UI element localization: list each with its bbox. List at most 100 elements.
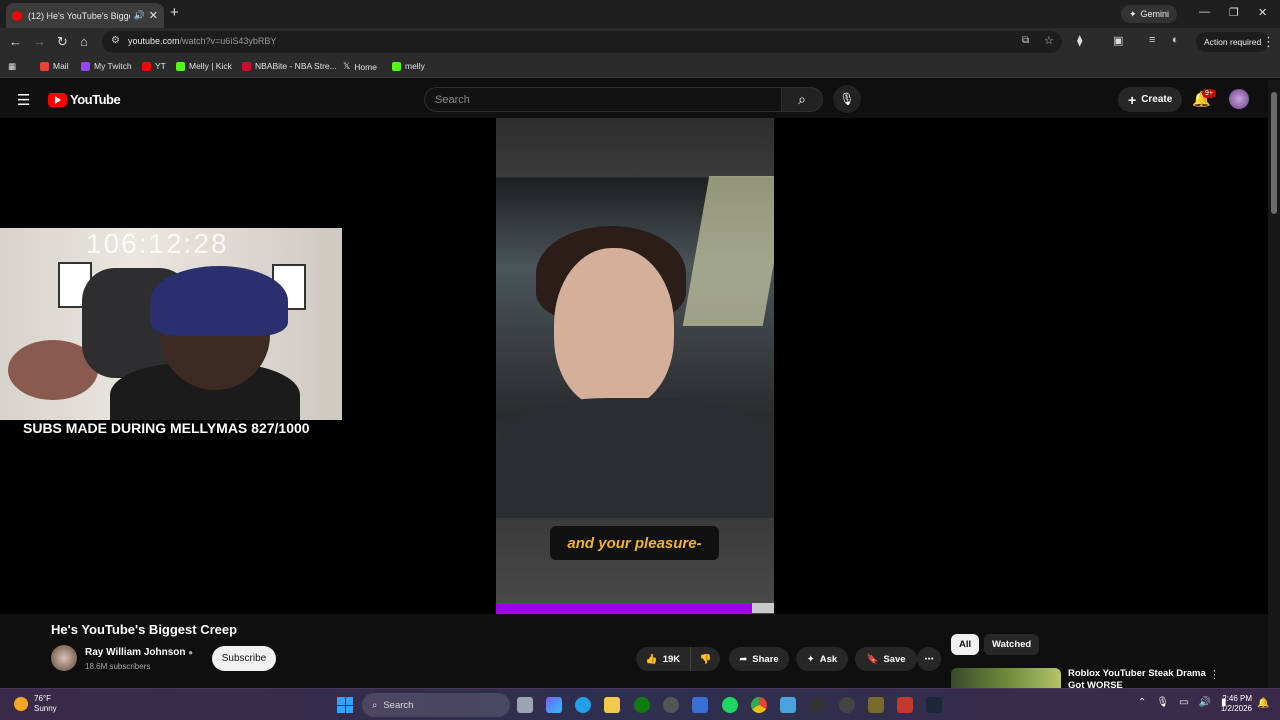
address-bar[interactable]: ⚙ youtube.com/watch?v=u6iS43ybRBY ⧉ ☆ xyxy=(102,31,1062,53)
obs-icon[interactable] xyxy=(839,697,855,713)
action-required-button[interactable]: Action required xyxy=(1196,32,1270,52)
bookmark-mail[interactable]: Mail xyxy=(40,61,69,71)
file-explorer-icon[interactable] xyxy=(604,697,620,713)
filter-chip-all[interactable]: All xyxy=(951,634,980,655)
profile-sync-icon[interactable]: ◐ xyxy=(1172,34,1179,46)
xbox-icon[interactable] xyxy=(634,697,650,713)
close-window-icon[interactable]: ✕ xyxy=(1258,6,1267,19)
search-input[interactable]: Search xyxy=(424,87,782,112)
recommendation-thumbnail[interactable] xyxy=(951,668,1061,690)
thumbs-down-icon: 👎 xyxy=(699,653,712,665)
media-player-icon[interactable] xyxy=(809,697,825,713)
bookmark-home[interactable]: 𝕏 Home xyxy=(343,61,377,72)
app-icon[interactable] xyxy=(897,697,913,713)
hamburger-menu-icon[interactable]: ☰ xyxy=(17,91,30,109)
reload-icon[interactable]: ↻ xyxy=(57,34,68,50)
bookmark-star-icon[interactable]: ☆ xyxy=(1044,34,1054,47)
microphone-icon[interactable]: 🎙 xyxy=(1156,697,1169,708)
site-info-icon[interactable]: ⚙ xyxy=(111,35,120,46)
minimize-icon[interactable]: — xyxy=(1199,6,1210,18)
steam-icon[interactable] xyxy=(926,697,942,713)
sparkle-icon: ✦ xyxy=(806,653,815,665)
weather-widget[interactable]: 76°F Sunny xyxy=(14,694,57,714)
bookmark-yt[interactable]: YT xyxy=(142,61,166,71)
chevron-up-icon[interactable]: ⌃ xyxy=(1138,697,1146,708)
search-icon: ⌕ xyxy=(798,91,806,107)
store-icon[interactable] xyxy=(692,697,708,713)
spotify-icon[interactable] xyxy=(722,697,738,713)
channel-name[interactable]: Ray William Johnson ● xyxy=(85,647,193,658)
save-button[interactable]: 🔖 Save xyxy=(855,647,917,671)
bookmark-melly-kick[interactable]: Melly | Kick xyxy=(176,61,232,71)
app-icon[interactable] xyxy=(868,697,884,713)
new-tab-button[interactable]: + xyxy=(170,4,179,21)
apps-grid-icon[interactable]: ▦ xyxy=(8,61,16,72)
video-caption: and your pleasure- xyxy=(550,526,719,560)
screenshot-icon[interactable]: ▣ xyxy=(1113,34,1123,47)
notification-icon[interactable]: 🔔 xyxy=(1257,698,1269,709)
close-tab-icon[interactable]: ✕ xyxy=(149,9,158,22)
microphone-icon: 🎙 xyxy=(839,92,855,106)
home-icon[interactable]: ⌂ xyxy=(80,34,88,49)
task-view-icon[interactable] xyxy=(517,697,533,713)
browser-tab-strip: (12) He's YouTube's Biggest 🔊 ✕ + ✦ Gemi… xyxy=(0,0,1280,28)
taskbar-search[interactable]: ⌕ Search xyxy=(362,693,510,717)
channel-avatar[interactable] xyxy=(51,645,77,671)
subs-goal-text: SUBS MADE DURING MELLYMAS 827/1000 xyxy=(23,420,310,436)
tab-title: (12) He's YouTube's Biggest xyxy=(28,10,130,21)
bookmark-my-twitch[interactable]: My Twitch xyxy=(81,61,132,71)
kick-icon xyxy=(176,61,185,71)
menu-kebab-icon[interactable]: ⋮ xyxy=(1262,34,1275,50)
volume-icon[interactable]: 🔊 xyxy=(1199,697,1211,708)
account-avatar[interactable] xyxy=(1229,89,1249,109)
url-text: youtube.com/watch?v=u6iS43ybRBY xyxy=(128,36,277,46)
display-icon[interactable]: ▭ xyxy=(1179,697,1188,708)
system-tray[interactable]: ⌃ 🎙 ▭ 🔊 ▮ xyxy=(1138,697,1227,708)
video-person-face xyxy=(554,248,674,408)
bookmark-melly[interactable]: melly xyxy=(392,61,425,71)
bookmark-icon: 🔖 xyxy=(866,653,879,665)
chrome-icon[interactable] xyxy=(751,697,767,713)
x-logo-icon: 𝕏 xyxy=(343,61,351,71)
settings-icon[interactable] xyxy=(663,697,679,713)
share-arrow-icon: ➦ xyxy=(739,653,748,665)
taskbar-clock[interactable]: 2:46 PM 1/2/2026 xyxy=(1216,694,1252,714)
forward-icon[interactable]: → xyxy=(33,34,46,49)
ask-button[interactable]: ✦ Ask xyxy=(796,647,848,671)
copilot-icon[interactable] xyxy=(546,697,562,713)
like-button[interactable]: 👍 19K xyxy=(636,647,690,671)
bookmark-nbabite[interactable]: NBABite - NBA Stre... xyxy=(242,61,337,71)
video-person-shirt xyxy=(496,398,774,518)
scrollbar-thumb[interactable] xyxy=(1271,92,1277,214)
photos-icon[interactable] xyxy=(780,697,796,713)
browser-tab-youtube[interactable]: (12) He's YouTube's Biggest 🔊 ✕ xyxy=(6,3,164,28)
back-icon[interactable]: ← xyxy=(9,34,22,49)
recommendation-title[interactable]: Roblox YouTuber Steak Drama Got WORSE xyxy=(1068,668,1208,690)
search-button[interactable]: ⌕ xyxy=(781,87,823,112)
extensions-icon[interactable]: ⧫ xyxy=(1077,34,1082,47)
youtube-header: ☰ YouTube Search ⌕ 🎙 + Create 🔔 9+ xyxy=(0,80,1280,118)
share-button[interactable]: ➦ Share xyxy=(729,647,789,671)
youtube-logo[interactable]: YouTube xyxy=(48,92,121,107)
speaker-icon[interactable]: 🔊 xyxy=(134,10,145,21)
channel-subscriber-count: 18.6M subscribers xyxy=(85,662,151,671)
bookmarks-bar: ▦ Mail My Twitch YT Melly | Kick NBABite… xyxy=(0,56,1280,78)
twitch-icon xyxy=(81,61,90,71)
more-actions-button[interactable]: ⋯ xyxy=(917,647,941,671)
gemini-button[interactable]: ✦ Gemini xyxy=(1121,5,1178,23)
windows-start-icon[interactable] xyxy=(337,697,353,713)
recommendation-more-icon[interactable]: ⋮ xyxy=(1209,668,1220,681)
create-button[interactable]: + Create xyxy=(1118,87,1183,112)
voice-search-button[interactable]: 🎙 xyxy=(833,85,861,113)
sparkle-icon: ✦ xyxy=(1129,8,1137,19)
install-icon[interactable]: ⧉ xyxy=(1022,35,1029,46)
reading-list-icon[interactable]: ≡ xyxy=(1149,34,1155,46)
dislike-button[interactable]: 👎 xyxy=(690,647,720,671)
thumbs-up-icon: 👍 xyxy=(645,653,658,665)
video-progress-bar[interactable] xyxy=(496,603,774,613)
page-scrollbar[interactable] xyxy=(1268,80,1280,688)
edge-icon[interactable] xyxy=(575,697,591,713)
filter-chip-watched[interactable]: Watched xyxy=(984,634,1040,655)
subscribe-button[interactable]: Subscribe xyxy=(212,646,276,671)
restore-icon[interactable]: ❐ xyxy=(1229,6,1239,19)
